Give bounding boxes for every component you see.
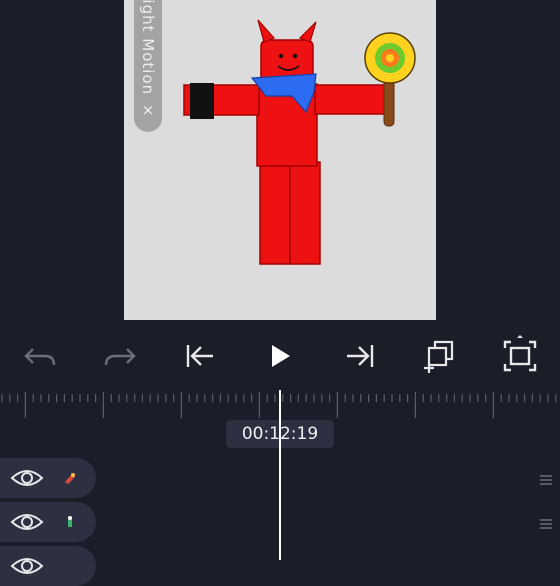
fit-to-screen-icon — [503, 335, 537, 372]
layer-thumbnail — [68, 516, 72, 527]
undo-icon — [24, 348, 56, 366]
layer-row-1[interactable] — [0, 458, 96, 498]
drag-handle-icon[interactable] — [540, 518, 552, 530]
redo-icon — [104, 348, 136, 366]
play-button[interactable] — [258, 334, 302, 378]
drag-handle-icon[interactable] — [540, 474, 552, 486]
layer-thumbnail — [65, 473, 75, 484]
watermark-text: Alight Motion × — [139, 0, 157, 120]
eye-icon[interactable] — [10, 467, 44, 489]
eye-icon[interactable] — [10, 555, 44, 577]
undo-button[interactable] — [18, 334, 62, 378]
skip-to-start-icon — [186, 345, 213, 367]
skip-to-start-button[interactable] — [178, 334, 222, 378]
play-icon — [272, 345, 290, 367]
duplicate-add-icon — [424, 340, 454, 373]
timeline[interactable]: 00:12:19 — [0, 390, 560, 586]
skip-to-end-icon — [347, 345, 374, 367]
fit-to-screen-button[interactable] — [498, 334, 542, 378]
layer-row-2[interactable] — [0, 502, 96, 542]
preview-area: Alight Motion × — [0, 0, 560, 320]
duplicate-add-button[interactable] — [418, 334, 462, 378]
playback-toolbar — [0, 322, 560, 390]
playhead[interactable] — [279, 390, 281, 560]
eye-icon[interactable] — [10, 511, 44, 533]
skip-to-end-button[interactable] — [338, 334, 382, 378]
watermark-badge[interactable]: Alight Motion × — [134, 0, 162, 132]
red-character-drawing — [183, 19, 416, 265]
layer-row-3[interactable] — [0, 546, 96, 586]
redo-button[interactable] — [98, 334, 142, 378]
